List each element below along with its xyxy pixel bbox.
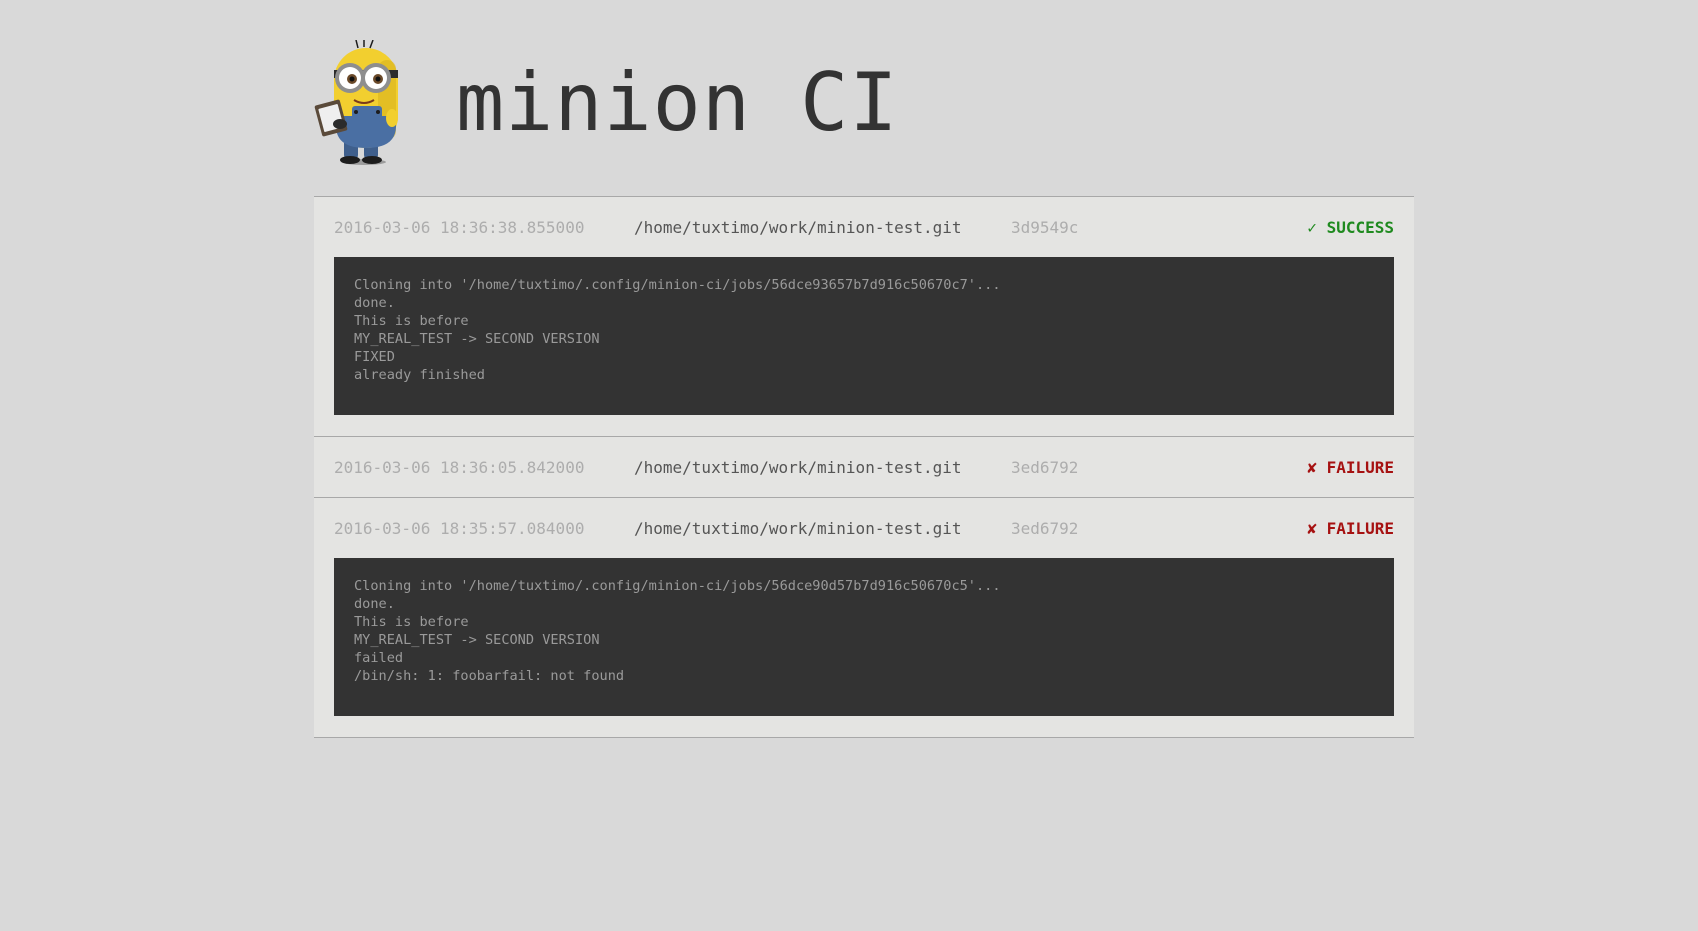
log-line: failed — [354, 650, 404, 666]
job-summary-row[interactable]: 2016-03-06 18:35:57.084000 /home/tuxtimo… — [334, 498, 1394, 558]
job-status-badge: ✓ SUCCESS — [1307, 217, 1394, 237]
job-log-output: Cloning into '/home/tuxtimo/.config/mini… — [334, 257, 1394, 415]
log-line: MY_REAL_TEST -> SECOND VERSION — [354, 632, 600, 648]
log-line: MY_REAL_TEST -> SECOND VERSION — [354, 331, 600, 347]
log-line: Cloning into '/home/tuxtimo/.config/mini… — [354, 277, 1001, 293]
job-repo: /home/tuxtimo/work/minion-test.git — [634, 518, 962, 538]
job-status-badge: ✘ FAILURE — [1307, 457, 1394, 477]
job-item[interactable]: 2016-03-06 18:35:57.084000 /home/tuxtimo… — [314, 498, 1414, 738]
job-commit: 3ed6792 — [1011, 518, 1079, 538]
job-commit: 3d9549c — [1011, 217, 1079, 237]
job-item[interactable]: 2016-03-06 18:36:05.842000 /home/tuxtimo… — [314, 437, 1414, 498]
log-line: FIXED — [354, 349, 395, 365]
log-line: already finished — [354, 367, 485, 383]
log-line: This is before — [354, 614, 469, 630]
job-summary-row[interactable]: 2016-03-06 18:36:38.855000 /home/tuxtimo… — [334, 197, 1394, 257]
job-repo: /home/tuxtimo/work/minion-test.git — [634, 217, 962, 237]
log-line: /bin/sh: 1: foobarfail: not found — [354, 668, 625, 684]
job-summary-row[interactable]: 2016-03-06 18:36:05.842000 /home/tuxtimo… — [334, 437, 1394, 497]
log-line: Cloning into '/home/tuxtimo/.config/mini… — [354, 578, 1001, 594]
job-repo: /home/tuxtimo/work/minion-test.git — [634, 457, 962, 477]
job-status-badge: ✘ FAILURE — [1307, 518, 1394, 538]
job-item[interactable]: 2016-03-06 18:36:38.855000 /home/tuxtimo… — [314, 197, 1414, 437]
job-log-output: Cloning into '/home/tuxtimo/.config/mini… — [334, 558, 1394, 716]
app-title: minion CI — [456, 56, 899, 149]
minion-logo-icon — [314, 39, 410, 166]
header: minion CI — [314, 0, 1414, 196]
main-container: minion CI 2016-03-06 18:36:38.855000 /ho… — [314, 0, 1414, 738]
log-line: done. — [354, 596, 395, 612]
log-line: This is before — [354, 313, 469, 329]
log-line: done. — [354, 295, 395, 311]
job-list: 2016-03-06 18:36:38.855000 /home/tuxtimo… — [314, 196, 1414, 738]
job-commit: 3ed6792 — [1011, 457, 1079, 477]
